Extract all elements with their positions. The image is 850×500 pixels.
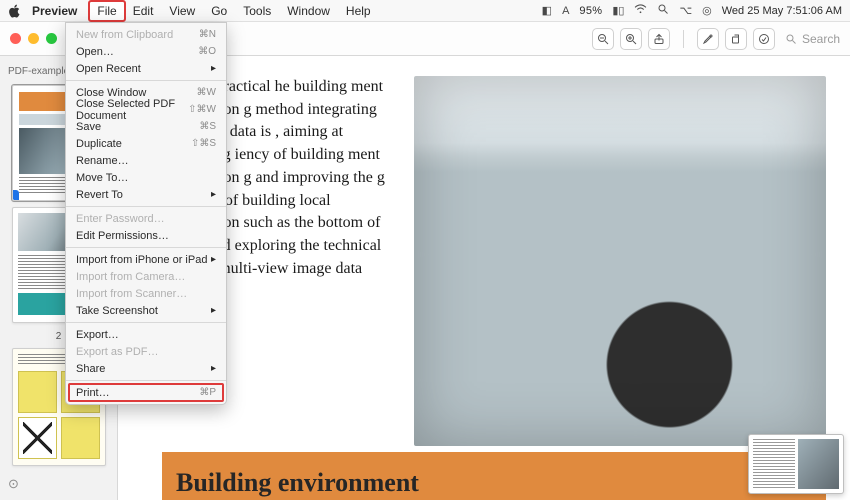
menu-separator [66,322,226,323]
menubar-status-area: ◧ A 95% ▮▯ ⌥ ◎ Wed 25 May 7:51:06 AM [542,3,842,18]
menubar-item-go[interactable]: Go [203,1,235,21]
search-icon [785,33,797,45]
menubar-item-edit[interactable]: Edit [125,1,162,21]
window-traffic-lights [10,33,57,44]
menu-move-to[interactable]: Move To… [66,169,226,186]
architecture-photo [414,76,826,446]
spotlight-icon[interactable] [657,3,669,18]
menu-edit-permissions[interactable]: Edit Permissions… [66,227,226,244]
menu-separator [66,80,226,81]
section-heading-text: Building environment [176,468,419,498]
sidebar-options-icon[interactable]: ⊙ [8,474,19,496]
menu-separator [66,247,226,248]
menu-import-scanner: Import from Scanner… [66,285,226,302]
close-window-button[interactable] [10,33,21,44]
menubar-item-file[interactable]: File [89,1,124,21]
rotate-button[interactable] [725,28,747,50]
menu-share[interactable]: Share▸ [66,360,226,377]
menu-duplicate[interactable]: Duplicate⇧⌘S [66,135,226,152]
control-center-icon[interactable]: ⌥ [679,4,692,17]
zoom-out-button[interactable] [592,28,614,50]
menubar-datetime[interactable]: Wed 25 May 7:51:06 AM [722,5,842,17]
document-hero-image [414,76,826,446]
battery-icon[interactable]: ▮▯ [612,4,624,17]
menubar-item-help[interactable]: Help [338,1,379,21]
menu-revert-to[interactable]: Revert To▸ [66,186,226,203]
chevron-right-icon: ▸ [211,63,216,74]
document-canvas[interactable]: ed with practical he building ment infor… [118,56,850,500]
menu-import-iphone-ipad[interactable]: Import from iPhone or iPad▸ [66,251,226,268]
wifi-icon[interactable] [634,4,647,17]
menu-rename[interactable]: Rename… [66,152,226,169]
share-button[interactable] [648,28,670,50]
menu-separator [66,380,226,381]
menu-open[interactable]: Open…⌘O [66,43,226,60]
page-number-label: 2 [56,331,62,342]
siri-icon[interactable]: ◎ [702,4,712,17]
section-heading-banner: Building environment [162,452,826,500]
toolbar-search[interactable]: Search [785,32,840,46]
menu-separator [66,206,226,207]
page-badge-icon: 1 [12,190,19,201]
menubar-item-tools[interactable]: Tools [235,1,279,21]
markup-button[interactable] [753,28,775,50]
input-source-icon[interactable]: A [562,5,569,17]
highlight-button[interactable] [697,28,719,50]
menu-take-screenshot[interactable]: Take Screenshot▸ [66,302,226,319]
page-minimap[interactable] [748,434,844,494]
menu-export[interactable]: Export… [66,326,226,343]
macos-menubar: Preview File Edit View Go Tools Window H… [0,0,850,22]
menubar-item-view[interactable]: View [161,1,203,21]
chevron-right-icon: ▸ [211,305,216,316]
battery-percent: 95% [579,5,602,17]
menu-open-recent[interactable]: Open Recent▸ [66,60,226,77]
zoom-in-button[interactable] [620,28,642,50]
menu-print[interactable]: Print…⌘P [66,384,226,401]
chevron-right-icon: ▸ [211,189,216,200]
app-name: Preview [32,4,77,18]
status-icon[interactable]: ◧ [542,4,552,17]
chevron-right-icon: ▸ [211,363,216,374]
apple-logo-icon[interactable] [8,4,22,18]
menu-new-from-clipboard: New from Clipboard⌘N [66,26,226,43]
file-menu-dropdown: New from Clipboard⌘N Open…⌘O Open Recent… [65,22,227,405]
menu-export-as-pdf: Export as PDF… [66,343,226,360]
menu-enter-password: Enter Password… [66,210,226,227]
menu-import-camera: Import from Camera… [66,268,226,285]
menu-close-selected-pdf[interactable]: Close Selected PDF Document⇧⌘W [66,101,226,118]
minimize-window-button[interactable] [28,33,39,44]
chevron-right-icon: ▸ [211,254,216,265]
search-placeholder: Search [802,32,840,46]
toolbar-divider [683,30,684,48]
maximize-window-button[interactable] [46,33,57,44]
menubar-item-window[interactable]: Window [279,1,338,21]
